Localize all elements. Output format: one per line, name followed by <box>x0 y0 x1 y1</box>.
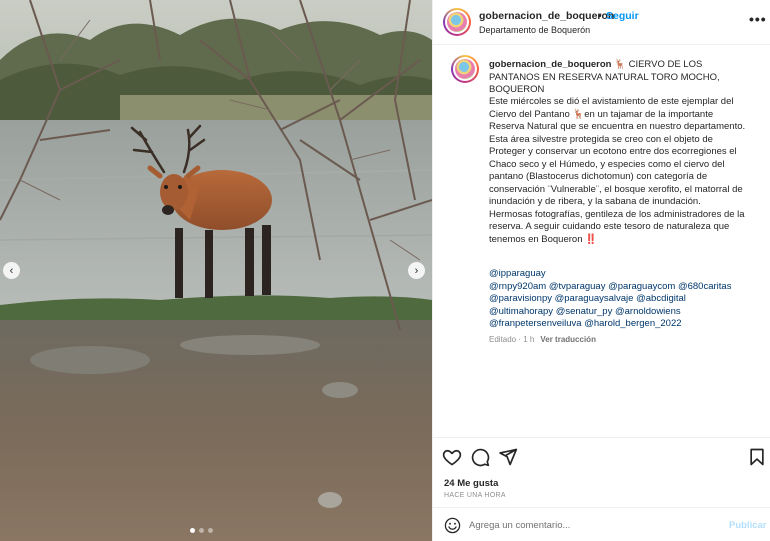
mention-link[interactable]: @harold_bergen_2022 <box>584 318 681 329</box>
carousel-dot <box>199 528 204 533</box>
follow-button[interactable]: Seguir <box>606 10 639 22</box>
mentions-line: @franpetersenveiluva @harold_bergen_2022 <box>489 318 751 331</box>
more-options-icon[interactable]: ••• <box>749 11 767 27</box>
translate-link[interactable]: Ver traducción <box>540 335 596 344</box>
likes-count[interactable]: 24 Me gusta <box>444 478 498 489</box>
caption-username[interactable]: gobernacion_de_boqueron <box>489 59 611 70</box>
mention-link[interactable]: @tvparaguay <box>549 281 606 292</box>
mentions-line: @ipparaguay <box>489 268 751 281</box>
swamp-deer-photo <box>0 0 432 541</box>
profile-picture <box>447 12 467 32</box>
caption-mentions: @ipparaguay @rnpy920am @tvparaguay @parag… <box>489 268 751 331</box>
carousel-dot <box>208 528 213 533</box>
mention-link[interactable]: @paravisionpy <box>489 293 552 304</box>
comment-bar: Publicar <box>433 507 770 541</box>
post-actions: 24 Me gusta HACE UNA HORA <box>433 437 770 505</box>
caption-body: Este miércoles se dió el avistamiento de… <box>489 96 751 246</box>
header-username[interactable]: gobernacion_de_boqueron <box>479 10 614 22</box>
header-location[interactable]: Departamento de Boquerón <box>479 25 590 35</box>
publish-button[interactable]: Publicar <box>729 520 767 531</box>
post-time[interactable]: HACE UNA HORA <box>444 492 506 499</box>
mention-link[interactable]: @senatur_py <box>556 306 613 317</box>
carousel-indicator <box>190 528 213 533</box>
post-side-panel: gobernacion_de_boqueron • Seguir Departa… <box>432 0 770 541</box>
profile-picture <box>455 59 475 79</box>
header-separator: • <box>598 10 602 22</box>
post-header: gobernacion_de_boqueron • Seguir Departa… <box>433 0 770 45</box>
caption-paragraph: Hermosas fotografías, gentileza de los a… <box>489 208 745 245</box>
caption-heading: gobernacion_de_boqueron 🦌 CIERVO DE LOS … <box>489 59 751 97</box>
mention-link[interactable]: @paraguaysalvaje <box>555 293 634 304</box>
mention-link[interactable]: @ipparaguay <box>489 268 546 279</box>
mention-link[interactable]: @paraguaycom <box>608 281 675 292</box>
mentions-line: @paravisionpy @paraguaysalvaje @abcdigit… <box>489 293 751 306</box>
carousel-prev-button[interactable]: ‹ <box>3 262 20 279</box>
caption-paragraph: Este miércoles se dió el avistamiento de… <box>489 96 746 132</box>
comment-icon[interactable] <box>470 447 490 467</box>
edited-timestamp[interactable]: Editado · 1 h <box>489 335 534 344</box>
bookmark-icon[interactable] <box>747 447 767 467</box>
caption-avatar[interactable] <box>451 55 479 83</box>
carousel-dot <box>190 528 195 533</box>
post-media[interactable]: ‹ › <box>0 0 432 541</box>
mentions-line: @ultimahorapy @senatur_py @arnoldowiens <box>489 306 751 319</box>
mention-link[interactable]: @abcdigital <box>636 293 686 304</box>
carousel-next-button[interactable]: › <box>408 262 425 279</box>
comment-input[interactable] <box>469 516 709 534</box>
mention-link[interactable]: @arnoldowiens <box>615 306 681 317</box>
post-caption: gobernacion_de_boqueron 🦌 CIERVO DE LOS … <box>433 46 770 436</box>
heart-icon[interactable] <box>442 447 462 467</box>
emoji-icon[interactable] <box>444 517 461 534</box>
avatar[interactable] <box>443 8 471 36</box>
share-icon[interactable] <box>498 447 518 467</box>
mention-link[interactable]: @rnpy920am <box>489 281 546 292</box>
mentions-line: @rnpy920am @tvparaguay @paraguaycom @680… <box>489 281 751 294</box>
mention-link[interactable]: @franpetersenveiluva <box>489 318 582 329</box>
mention-link[interactable]: @680caritas <box>678 281 731 292</box>
caption-paragraph: Esta área silvestre protegida se creo co… <box>489 133 743 208</box>
mention-link[interactable]: @ultimahorapy <box>489 306 553 317</box>
caption-meta: Editado · 1 h Ver traducción <box>489 335 596 344</box>
